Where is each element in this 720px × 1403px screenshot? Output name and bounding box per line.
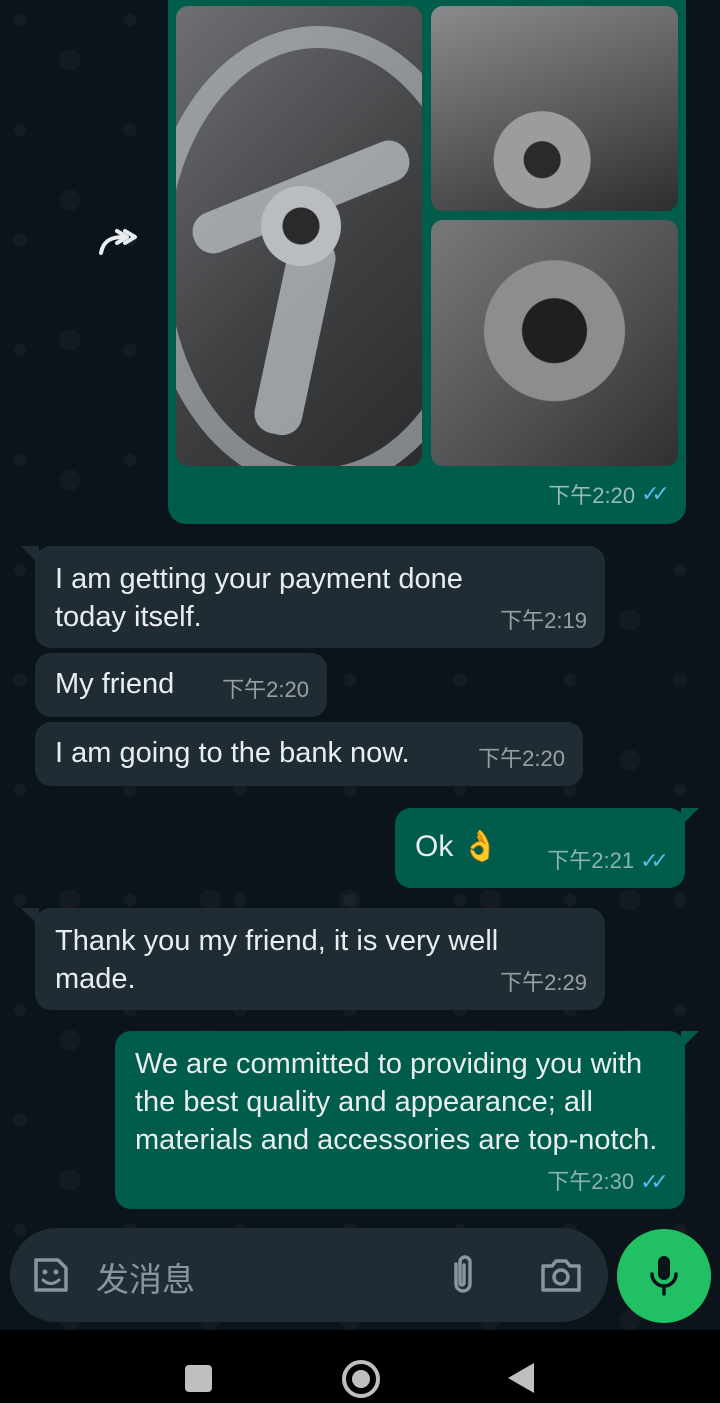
message-text: Thank you my friend, it is very well mad… [55,925,499,995]
voice-record-button[interactable] [617,1229,711,1323]
media-time: 下午2:20 [548,483,636,508]
message-time: 下午2:20 [478,746,565,771]
message-bubble-incoming[interactable]: I am going to the bank now. 下午2:20 [35,722,583,786]
chat-area[interactable]: 下午2:20 ✓✓ I am getting your payment done… [0,0,720,1230]
message-input-bar[interactable]: 发消息 [10,1228,608,1322]
message-bubble-incoming[interactable]: Thank you my friend, it is very well mad… [21,908,605,1010]
sticker-icon[interactable] [30,1254,72,1296]
message-text: I am going to the bank now. [55,737,410,769]
message-text: My friend [55,668,175,700]
photo-handwheel[interactable] [176,6,422,466]
paperclip-icon[interactable] [442,1252,484,1298]
media-album-bubble[interactable]: 下午2:20 ✓✓ [168,0,686,524]
home-button[interactable] [342,1360,380,1398]
message-bubble-outgoing[interactable]: We are committed to providing you with t… [115,1031,699,1209]
forward-icon [99,229,137,255]
message-meta: 下午2:21 ✓✓ [547,842,669,880]
message-text: Ok 👌 [415,830,500,863]
message-time: 下午2:29 [500,970,587,995]
message-time: 下午2:30 [547,1169,635,1194]
photo-gearbox-side[interactable] [431,6,678,211]
back-button[interactable] [508,1363,534,1393]
message-text: I am getting your payment done today its… [55,563,463,633]
message-time: 下午2:20 [222,677,309,702]
message-input[interactable]: 发消息 [96,1253,195,1301]
media-meta: 下午2:20 ✓✓ [548,478,670,510]
photo-gearbox-flange[interactable] [431,220,678,466]
message-time: 下午2:21 [547,848,635,873]
double-check-icon: ✓✓ [641,481,670,506]
message-time: 下午2:19 [500,608,587,633]
message-bubble-outgoing[interactable]: Ok 👌 下午2:21 ✓✓ [395,808,699,888]
double-check-icon: ✓✓ [640,848,669,873]
forward-button[interactable] [82,205,156,279]
message-bubble-incoming[interactable]: My friend 下午2:20 [35,653,327,717]
message-meta: 下午2:30 ✓✓ [547,1163,669,1201]
camera-icon[interactable] [538,1252,584,1298]
handwheel-hub [261,186,341,266]
message-text: We are committed to providing you with t… [135,1048,658,1156]
double-check-icon: ✓✓ [640,1169,669,1194]
recents-button[interactable] [185,1365,212,1392]
message-bubble-incoming[interactable]: I am getting your payment done today its… [21,546,605,648]
microphone-icon [650,1256,678,1296]
